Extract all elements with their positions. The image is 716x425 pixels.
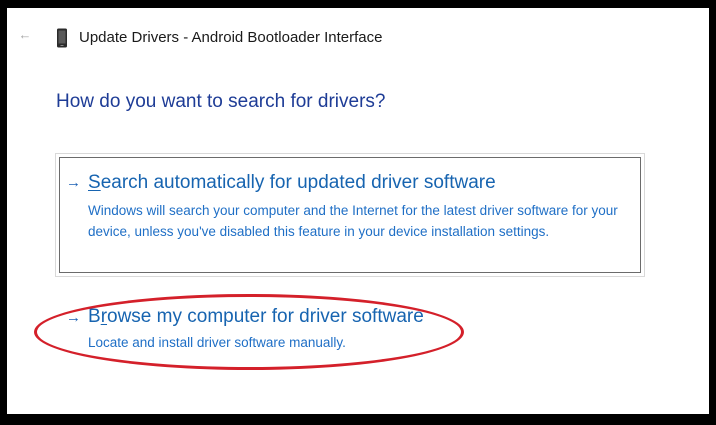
- arrow-right-icon: →: [66, 174, 81, 191]
- back-arrow-icon[interactable]: ←: [18, 28, 32, 42]
- phone-device-icon: [57, 28, 67, 48]
- access-key-s: S: [88, 172, 101, 193]
- search-automatically-description: Windows will search your computer and th…: [88, 203, 618, 239]
- page-heading: How do you want to search for drivers?: [56, 91, 386, 112]
- annotation-red-ellipse: [34, 294, 464, 370]
- search-automatically-title-rest: earch automatically for updated driver s…: [100, 172, 496, 193]
- search-automatically-title[interactable]: Search automatically for updated driver …: [88, 172, 496, 194]
- update-drivers-window: ← Update Drivers - Android Bootloader In…: [7, 8, 709, 414]
- window-title: Update Drivers - Android Bootloader Inte…: [79, 29, 383, 46]
